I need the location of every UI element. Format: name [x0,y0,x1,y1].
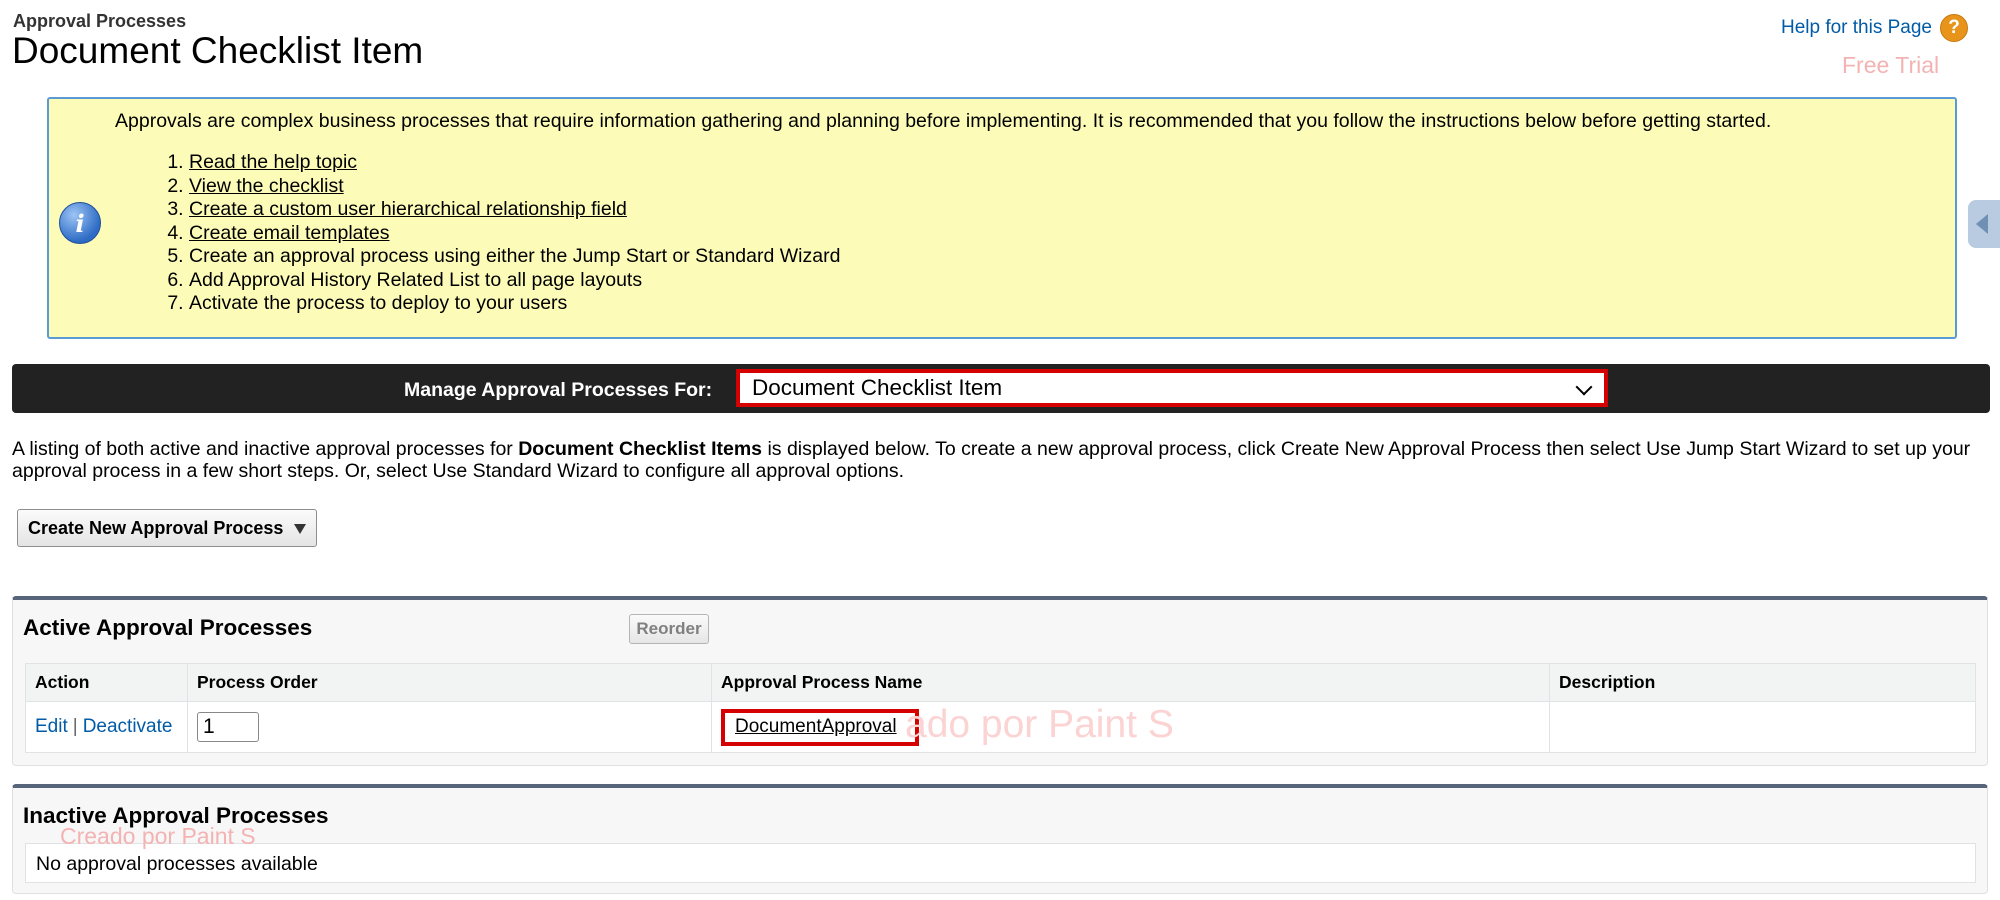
create-button-label: Create New Approval Process [28,517,284,538]
paint-watermark-bottom: Creado por Paint S [60,823,256,849]
object-select-value: Document Checklist Item [752,375,1003,400]
empty-state-message: No approval processes available [25,843,1976,883]
info-intro-text: Approvals are complex business processes… [115,110,1772,132]
reorder-button[interactable]: Reorder [629,614,709,644]
deactivate-link[interactable]: Deactivate [83,716,173,737]
setup-step: Read the help topic [189,151,840,175]
chevron-down-icon [1575,378,1593,396]
column-header-description: Description [1549,663,1976,702]
help-question-icon[interactable]: ? [1940,14,1968,42]
table-header-row: Action Process Order Approval Process Na… [25,663,1976,702]
setup-step: Create email templates [189,222,840,246]
dropdown-arrow-icon [294,524,306,534]
edit-link[interactable]: Edit [35,716,68,737]
process-order-input[interactable] [197,712,259,742]
manage-approval-bar: Manage Approval Processes For: Document … [12,364,1990,413]
free-trial-watermark: Free Trial [1842,52,1940,78]
inactive-processes-panel: Inactive Approval Processes No approval … [12,784,1988,894]
help-for-this-page-link[interactable]: Help for this Page [1781,17,1932,39]
setup-step: Add Approval History Related List to all… [189,269,840,293]
setup-step: Create an approval process using either … [189,245,840,269]
process-order-cell [187,701,712,753]
object-select[interactable]: Document Checklist Item [736,369,1608,407]
highlight-box: DocumentApproval [721,708,919,746]
create-hierarchy-field-link[interactable]: Create a custom user hierarchical relati… [189,198,627,220]
setup-step: View the checklist [189,175,840,199]
create-email-templates-link[interactable]: Create email templates [189,222,390,244]
setup-step: Activate the process to deploy to your u… [189,292,840,316]
action-cell: Edit | Deactivate [25,701,188,753]
column-header-action: Action [25,663,188,702]
listing-description: A listing of both active and inactive ap… [12,438,1972,482]
paint-watermark: ado por Paint S [905,703,1174,746]
info-icon: i [59,202,101,244]
setup-step: Create a custom user hierarchical relati… [189,198,840,222]
collapse-side-tab[interactable] [1968,200,2000,248]
active-processes-title: Active Approval Processes [23,615,313,640]
create-new-approval-process-button[interactable]: Create New Approval Process [17,509,317,547]
page-title: Document Checklist Item [12,30,424,71]
listing-text-before: A listing of both active and inactive ap… [12,438,519,460]
approval-process-name-link[interactable]: DocumentApproval [735,716,897,737]
read-help-topic-link[interactable]: Read the help topic [189,151,357,173]
column-header-approval-process-name: Approval Process Name [711,663,1550,702]
manage-label: Manage Approval Processes For: [404,379,713,401]
breadcrumb: Approval Processes [13,11,187,31]
listing-object-name: Document Checklist Items [518,438,763,460]
column-header-process-order: Process Order [187,663,712,702]
info-panel: i Approvals are complex business process… [47,97,1957,339]
description-cell [1549,701,1976,753]
setup-steps-list: Read the help topic View the checklist C… [159,151,840,316]
view-checklist-link[interactable]: View the checklist [189,175,344,197]
action-separator: | [72,716,78,737]
help-link-group: Help for this Page ? [1781,14,1968,42]
